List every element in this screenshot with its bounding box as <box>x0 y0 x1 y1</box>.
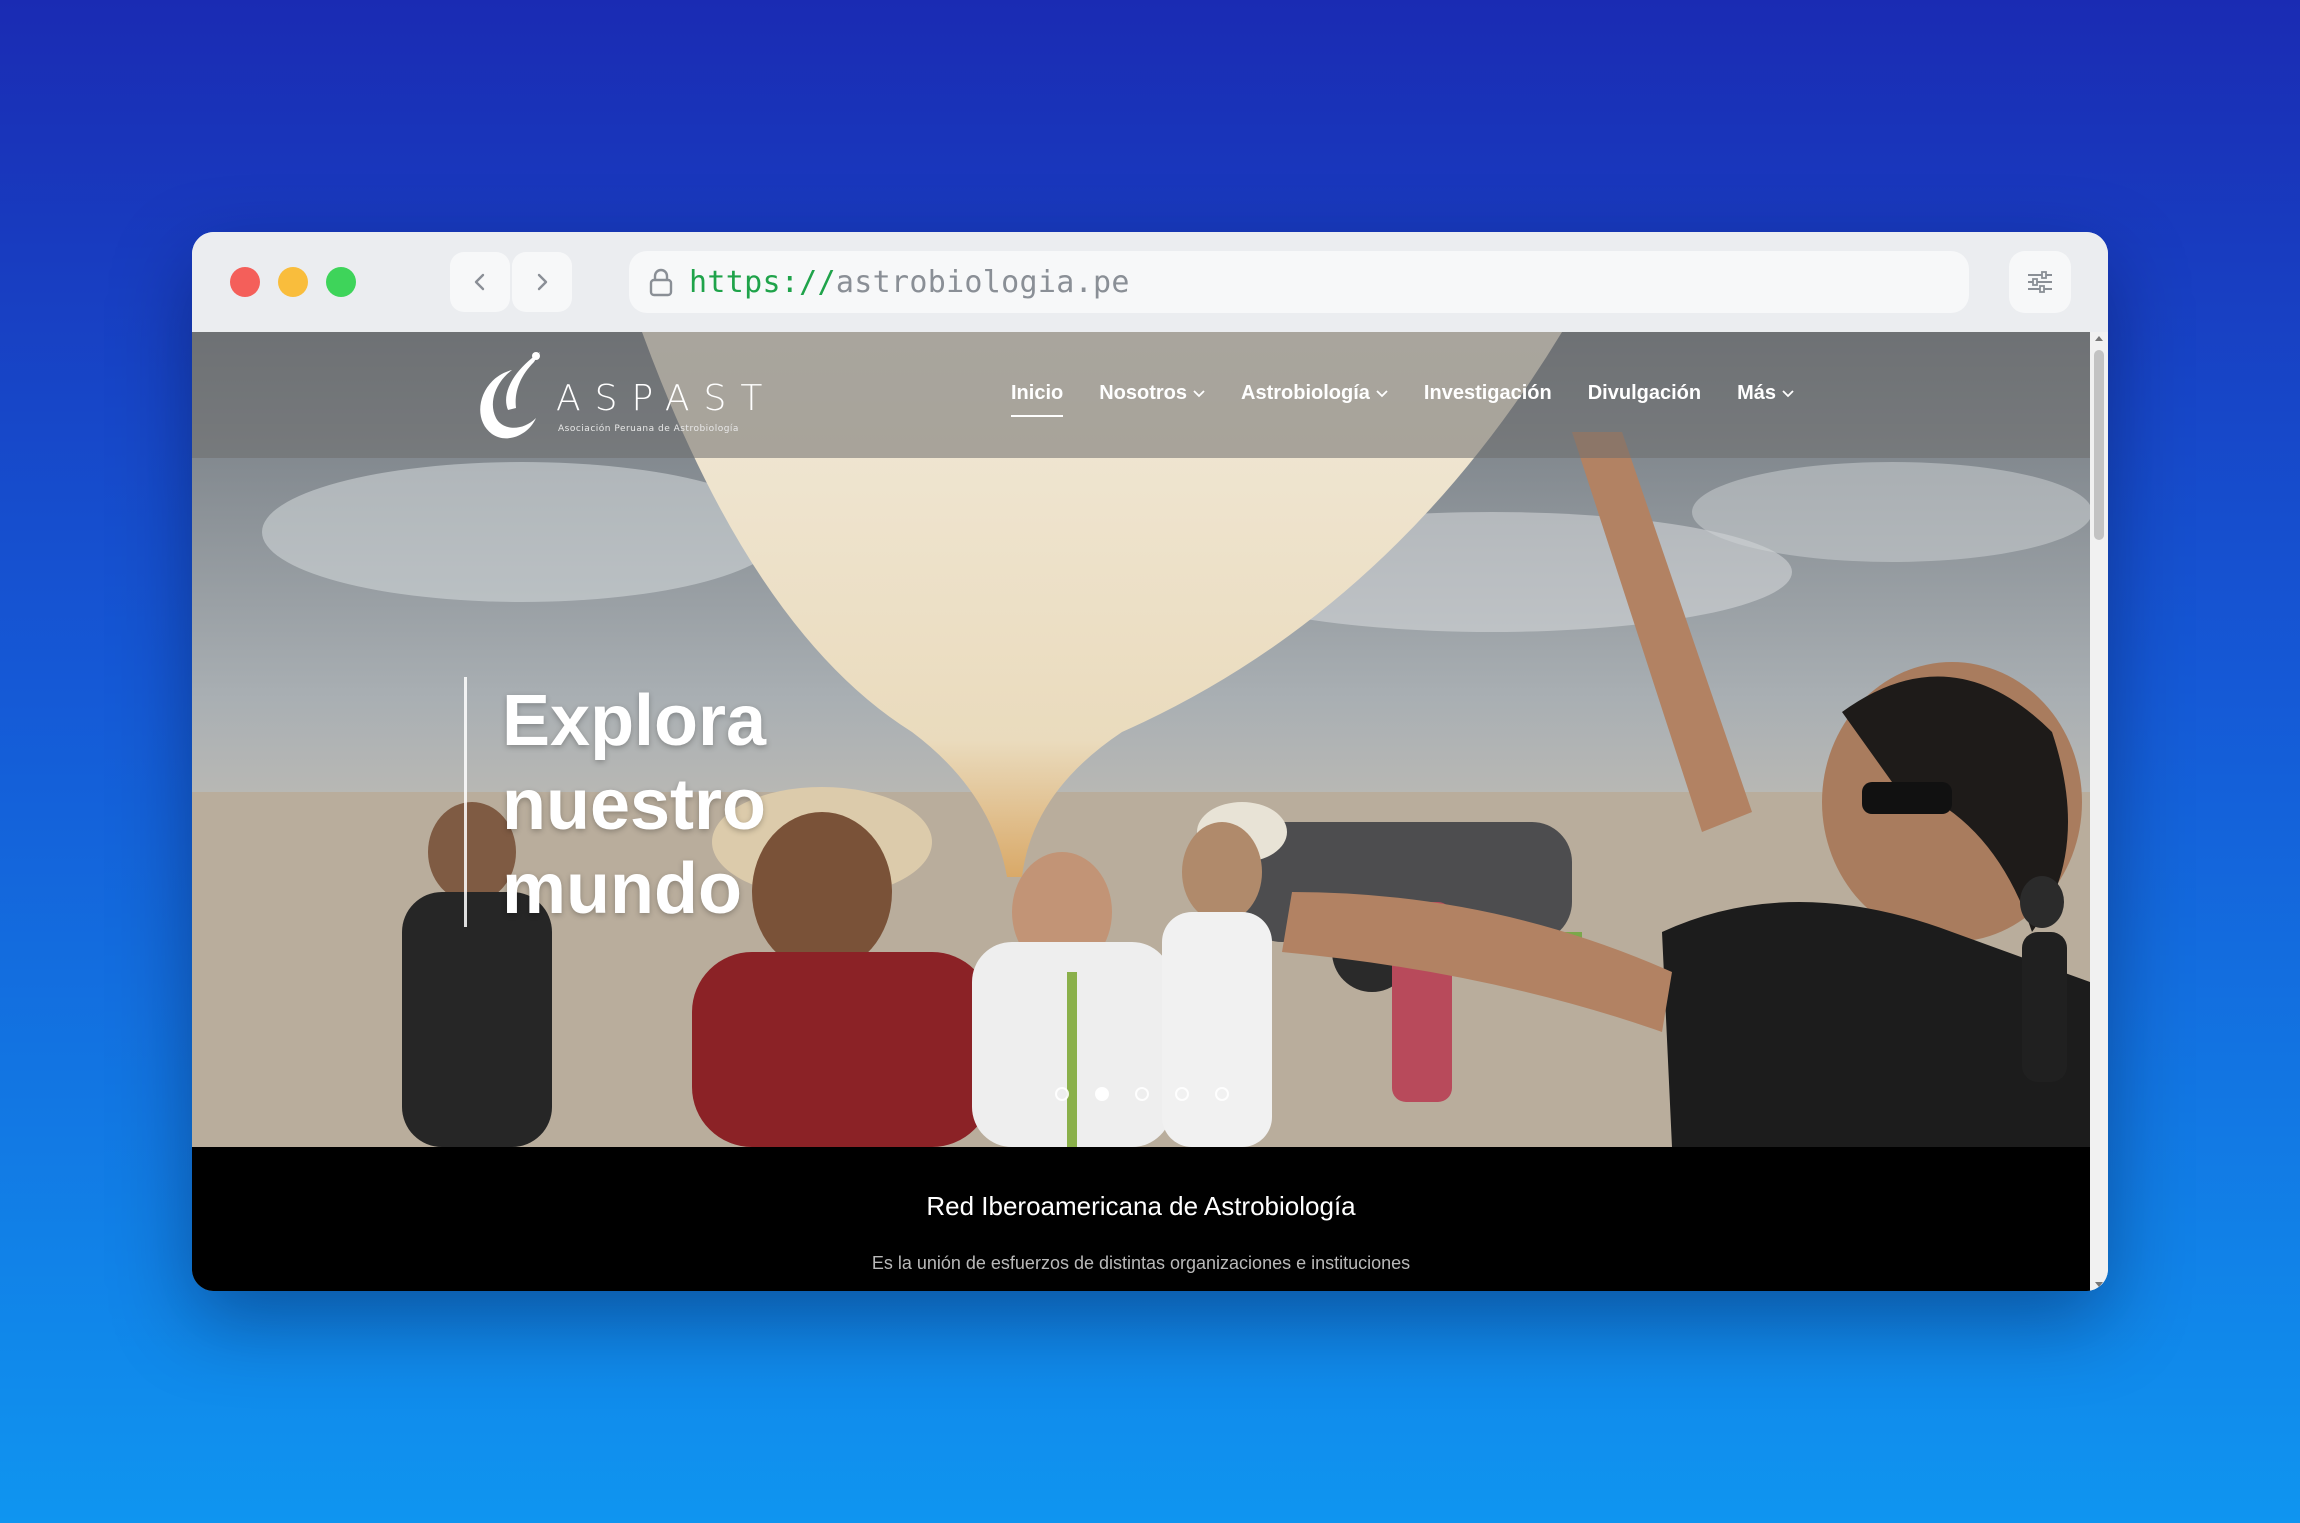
logo-subtitle: Asociación Peruana de Astrobiología <box>558 424 739 434</box>
browser-window: https://astrobiologia.pe ASPAST Asociaci… <box>192 232 2108 1291</box>
menu-item-label: Nosotros <box>1099 382 1188 404</box>
site-logo[interactable]: ASPAST Asociación Peruana de Astrobiolog… <box>462 348 842 444</box>
menu-item-label: Astrobiología <box>1241 382 1370 404</box>
slider-pagination <box>1055 1087 1255 1101</box>
menu-item-label: Inicio <box>1011 382 1064 404</box>
menu-item-label: Investigación <box>1423 382 1552 404</box>
main-menu: Inicio Nosotros Astrobiología Investigac… <box>1011 382 1830 417</box>
maximize-window-button[interactable] <box>326 267 356 297</box>
hero-title: Explora nuestro mundo <box>502 681 767 929</box>
site-header: ASPAST Asociación Peruana de Astrobiolog… <box>192 332 2090 458</box>
scroll-up-icon[interactable] <box>2095 336 2103 341</box>
page-scrollbar[interactable] <box>2090 332 2108 1291</box>
menu-item-investigacion[interactable]: Investigación <box>1424 382 1552 405</box>
settings-button[interactable] <box>2009 251 2071 313</box>
menu-item-label: Divulgación <box>1587 382 1702 404</box>
hero-slider[interactable]: ASPAST Asociación Peruana de Astrobiolog… <box>192 332 2090 1147</box>
menu-item-mas[interactable]: Más <box>1737 382 1794 405</box>
back-button[interactable] <box>450 252 510 312</box>
chevron-down-icon <box>1376 389 1388 397</box>
chevron-down-icon <box>1193 389 1205 397</box>
chevron-down-icon <box>1782 389 1794 397</box>
sliders-icon <box>2028 271 2052 293</box>
menu-item-inicio[interactable]: Inicio <box>1011 382 1064 417</box>
url-host: astrobiologia.pe <box>835 264 1130 300</box>
scroll-down-icon[interactable] <box>2095 1282 2103 1287</box>
menu-item-label: Más <box>1737 382 1776 404</box>
menu-item-astrobiologia[interactable]: Astrobiología <box>1241 382 1388 405</box>
aspast-logo-icon <box>480 352 540 439</box>
slide-dot[interactable] <box>1215 1087 1229 1101</box>
scrollbar-thumb[interactable] <box>2094 350 2104 540</box>
minimize-window-button[interactable] <box>278 267 308 297</box>
hero-divider <box>464 677 467 927</box>
slide-dot[interactable] <box>1055 1087 1069 1101</box>
url-scheme: https:// <box>689 264 836 300</box>
slide-dot[interactable] <box>1135 1087 1149 1101</box>
info-title: Red Iberoamericana de Astrobiología <box>926 1191 1356 1221</box>
slide-dot-active[interactable] <box>1095 1087 1109 1101</box>
menu-item-nosotros[interactable]: Nosotros <box>1099 382 1205 405</box>
browser-toolbar: https://astrobiologia.pe <box>192 232 2108 332</box>
menu-item-divulgacion[interactable]: Divulgación <box>1588 382 1701 405</box>
forward-button[interactable] <box>512 252 572 312</box>
info-section: Red Iberoamericana de Astrobiología Es l… <box>192 1147 2090 1291</box>
address-bar[interactable]: https://astrobiologia.pe <box>629 251 1969 313</box>
forward-icon <box>537 273 548 291</box>
slide-dot[interactable] <box>1175 1087 1189 1101</box>
url-text[interactable]: https://astrobiologia.pe <box>689 265 1130 300</box>
info-text: Es la unión de esfuerzos de distintas or… <box>871 1253 1411 1273</box>
close-window-button[interactable] <box>230 267 260 297</box>
page-viewport: ASPAST Asociación Peruana de Astrobiolog… <box>192 332 2090 1291</box>
logo-name: ASPAST <box>556 378 777 419</box>
lock-icon <box>639 260 683 304</box>
back-icon <box>474 273 485 291</box>
